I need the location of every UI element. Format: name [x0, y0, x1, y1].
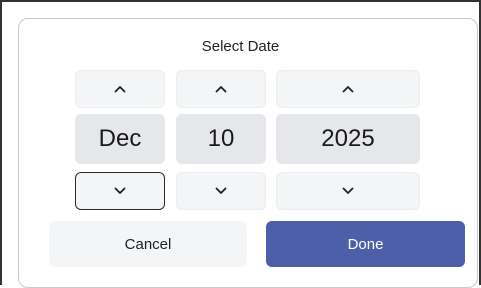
dialog-title: Select Date [201, 38, 280, 55]
done-button[interactable]: Done [266, 221, 465, 267]
chevron-up-icon [114, 86, 126, 93]
chevron-up-icon [215, 86, 227, 93]
chevron-up-icon [342, 86, 354, 93]
year-increment-button[interactable] [276, 70, 420, 108]
chevron-down-icon [114, 187, 126, 194]
month-value[interactable]: Dec [75, 114, 165, 164]
year-value[interactable]: 2025 [276, 114, 420, 164]
chevron-down-icon [215, 187, 227, 194]
month-decrement-button[interactable] [75, 172, 165, 210]
day-value[interactable]: 10 [176, 114, 266, 164]
month-increment-button[interactable] [75, 70, 165, 108]
cancel-button-label: Cancel [124, 235, 172, 253]
chevron-down-icon [342, 187, 354, 194]
day-decrement-button[interactable] [176, 172, 266, 210]
done-button-label: Done [347, 235, 384, 253]
year-decrement-button[interactable] [276, 172, 420, 210]
cancel-button[interactable]: Cancel [49, 221, 247, 267]
day-increment-button[interactable] [176, 70, 266, 108]
